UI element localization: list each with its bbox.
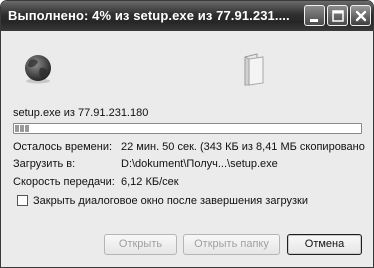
download-progress-bar: [13, 123, 362, 134]
download-to-value: D:\dokument\Получ...\setup.exe: [121, 158, 278, 170]
progress-fill: [15, 125, 29, 132]
open-button[interactable]: Открыть: [104, 234, 177, 255]
speed-label: Скорость передачи:: [13, 176, 115, 188]
open-folder-button[interactable]: Открыть папку: [183, 234, 280, 255]
speed-value: 6,12 КБ/сек: [121, 176, 179, 188]
progress-segment: [25, 125, 29, 132]
close-button[interactable]: [350, 5, 371, 26]
minimize-button[interactable]: [304, 5, 325, 26]
download-dialog: Выполнено: 4% из setup.exe из 77.91.231.…: [0, 0, 374, 268]
globe-icon: [25, 55, 51, 84]
title-bar[interactable]: Выполнено: 4% из setup.exe из 77.91.231.…: [1, 1, 373, 31]
maximize-icon: [332, 10, 344, 22]
minimize-icon: [310, 19, 318, 22]
download-source: setup.exe из 77.91.231.180: [13, 107, 149, 119]
cancel-button[interactable]: Отмена: [287, 234, 362, 255]
folder-icon: [244, 53, 264, 86]
close-on-complete-checkbox[interactable]: [17, 195, 28, 206]
progress-segment: [15, 125, 19, 132]
close-icon: [355, 10, 367, 22]
close-on-complete-label[interactable]: Закрыть диалоговое окно после завершения…: [33, 195, 308, 207]
download-to-label: Загрузить в:: [13, 158, 76, 170]
progress-segment: [20, 125, 24, 132]
maximize-button[interactable]: [327, 5, 348, 26]
time-left-value: 22 мин. 50 сек. (343 КБ из 8,41 МБ скопи…: [121, 141, 365, 153]
window-title: Выполнено: 4% из setup.exe из 77.91.231.…: [8, 8, 290, 23]
time-left-label: Осталось времени:: [13, 141, 113, 153]
